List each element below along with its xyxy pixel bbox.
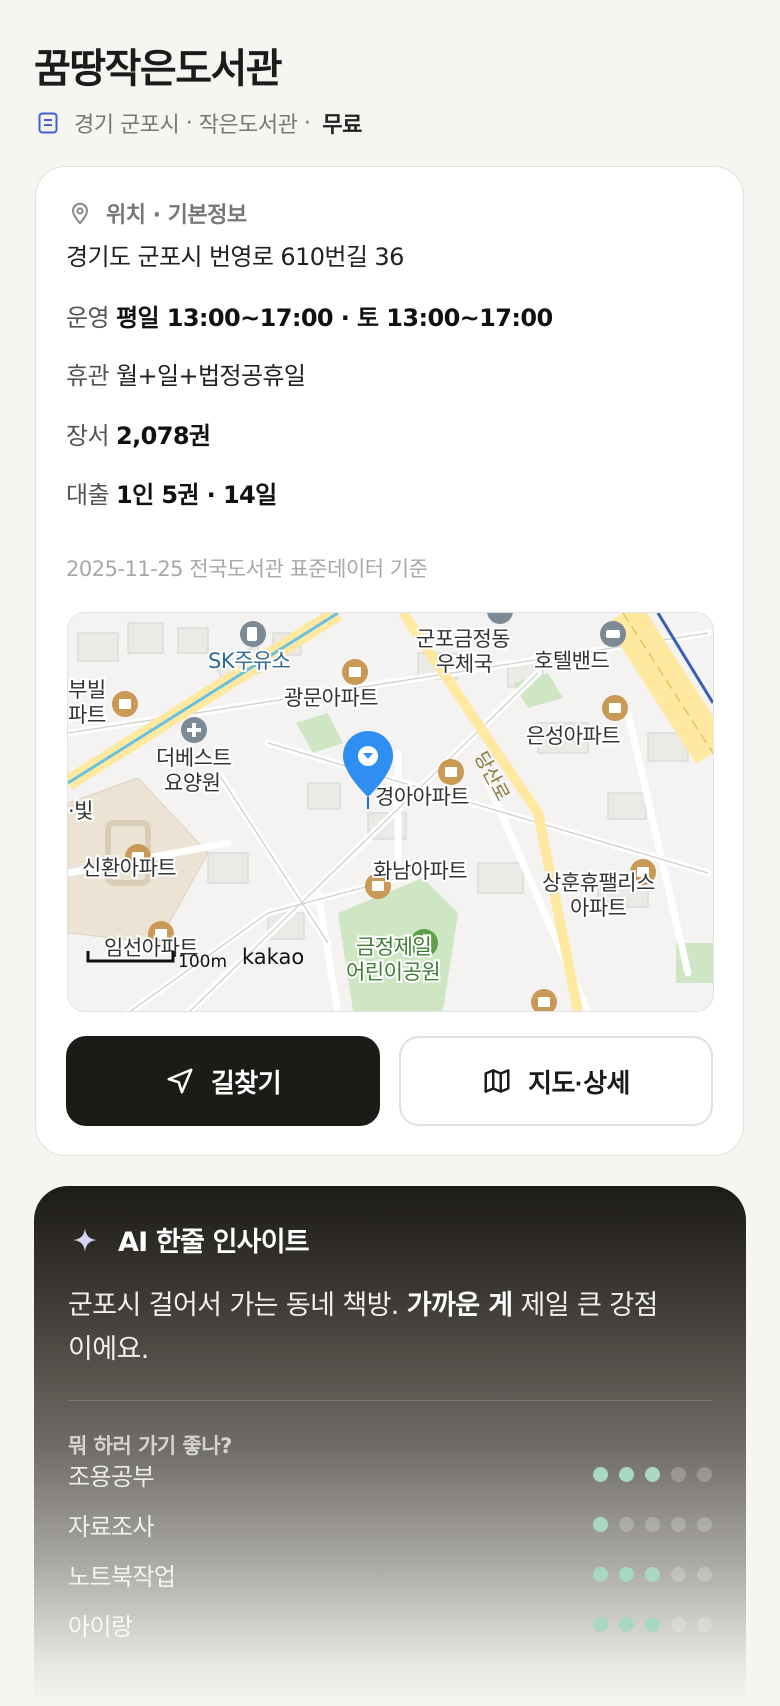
library-title: 꿈땅작은도서관 <box>34 46 283 92</box>
ai-insight-card: AI 한줄 인사이트 군포시 걸어서 가는 동네 책방. 가까운 게 제일 큰 … <box>34 1186 746 1706</box>
rating-dot <box>697 1616 712 1632</box>
map-label-bubil2: 파트 <box>68 703 106 727</box>
section-heading: 위치 · 기본정보 <box>68 197 247 229</box>
library-type: 작은도서관 <box>198 113 298 138</box>
books-row: 장서 2,078권 <box>66 422 211 450</box>
map-label-bit: ·빛 <box>68 799 93 823</box>
rating-dot <box>645 1566 660 1582</box>
navigation-arrow-icon <box>165 1066 195 1096</box>
rating-dot <box>593 1466 608 1482</box>
rating-dot <box>671 1466 686 1482</box>
books-value: 2,078권 <box>116 422 211 450</box>
activity-label: 아이랑 <box>68 1612 133 1641</box>
map-view[interactable]: SK주유소 군포금정동 우체국 호텔밴드 부빌 파트 광문아파트 은성아파트 더… <box>67 612 714 1012</box>
sparkle-icon <box>72 1227 98 1253</box>
map-label-sk: SK주유소 <box>208 649 291 673</box>
map-brand-logo: kakao <box>242 945 304 969</box>
activity-row: 노트북작업 <box>68 1556 712 1592</box>
directions-button[interactable]: 길찾기 <box>66 1036 380 1126</box>
map-detail-button[interactable]: 지도·상세 <box>399 1036 713 1126</box>
hours-row: 운영 평일 13:00~17:00 · 토 13:00~17:00 <box>66 304 553 332</box>
map-label-post1: 군포금정동 <box>416 627 510 651</box>
activity-label: 자료조사 <box>68 1512 155 1541</box>
map-label-sanghun2: 아파트 <box>570 896 627 920</box>
map-label-eunsung: 은성아파트 <box>526 724 620 748</box>
library-region: 경기 군포시 <box>74 113 180 138</box>
map-label-hwanam: 화남아파트 <box>373 859 467 883</box>
rating-dot <box>645 1616 660 1632</box>
loan-row: 대출 1인 5권 · 14일 <box>66 481 277 509</box>
location-pin-icon <box>68 201 92 225</box>
fee-label: 무료 <box>322 113 362 138</box>
svg-text:100m: 100m <box>178 952 227 972</box>
rating-dot <box>593 1616 608 1632</box>
ai-insight-heading: AI 한줄 인사이트 <box>72 1220 310 1259</box>
address: 경기도 군포시 번영로 610번길 36 <box>66 243 404 271</box>
rating-dot <box>697 1466 712 1482</box>
library-meta: 경기 군포시 · 작은도서관 · 무료 <box>36 108 362 138</box>
map-label-gwangmun: 광문아파트 <box>284 686 378 710</box>
map-label-hotel: 호텔밴드 <box>534 649 609 673</box>
document-icon <box>36 111 60 135</box>
activity-row: 자료조사 <box>68 1506 712 1542</box>
rating-dot <box>671 1616 686 1632</box>
map-label-park2: 어린이공원 <box>346 960 440 984</box>
rating-dot <box>671 1566 686 1582</box>
activity-row: 아이랑 <box>68 1606 712 1642</box>
rating-dot <box>671 1516 686 1532</box>
map-label-shinhwan: 신환아파트 <box>82 856 176 880</box>
info-card: 위치 · 기본정보 경기도 군포시 번영로 610번길 36 운영 평일 13:… <box>35 166 744 1156</box>
activity-rating <box>593 1566 712 1582</box>
rating-dot <box>697 1516 712 1532</box>
closed-value: 월+일+법정공휴일 <box>116 362 306 390</box>
map-label-park1: 금정제일 <box>356 935 431 959</box>
activity-row: 조용공부 <box>68 1456 712 1492</box>
rating-dot <box>619 1616 634 1632</box>
loan-value: 1인 5권 · 14일 <box>116 481 277 509</box>
rating-dot <box>619 1566 634 1582</box>
activity-rating <box>593 1466 712 1482</box>
rating-dot <box>645 1516 660 1532</box>
rating-dot <box>619 1516 634 1532</box>
rating-dot <box>593 1566 608 1582</box>
hours-value: 평일 13:00~17:00 · 토 13:00~17:00 <box>116 304 553 332</box>
map-label-sanghun1: 상훈휴팰리스 <box>542 871 655 895</box>
divider <box>68 1400 712 1401</box>
map-label-best1: 더베스트 <box>156 746 231 770</box>
map-label-best2: 요양원 <box>164 771 220 795</box>
activity-label: 조용공부 <box>68 1462 155 1491</box>
map-icon <box>482 1066 512 1096</box>
map-label-post2: 우체국 <box>436 652 493 676</box>
map-label-gyeonga: 경아아파트 <box>375 785 469 809</box>
data-source-note: 2025-11-25 전국도서관 표준데이터 기준 <box>66 557 428 581</box>
rating-dot <box>645 1466 660 1482</box>
map-label-bubil1: 부빌 <box>68 678 106 702</box>
activity-rating <box>593 1616 712 1632</box>
rating-dot <box>697 1566 712 1582</box>
rating-dot <box>593 1516 608 1532</box>
closed-row: 휴관 월+일+법정공휴일 <box>66 362 306 390</box>
ai-insight-text: 군포시 걸어서 가는 동네 책방. 가까운 게 제일 큰 강점이에요. <box>68 1290 658 1365</box>
activity-rating <box>593 1516 712 1532</box>
rating-dot <box>619 1466 634 1482</box>
activity-label: 노트북작업 <box>68 1562 176 1591</box>
